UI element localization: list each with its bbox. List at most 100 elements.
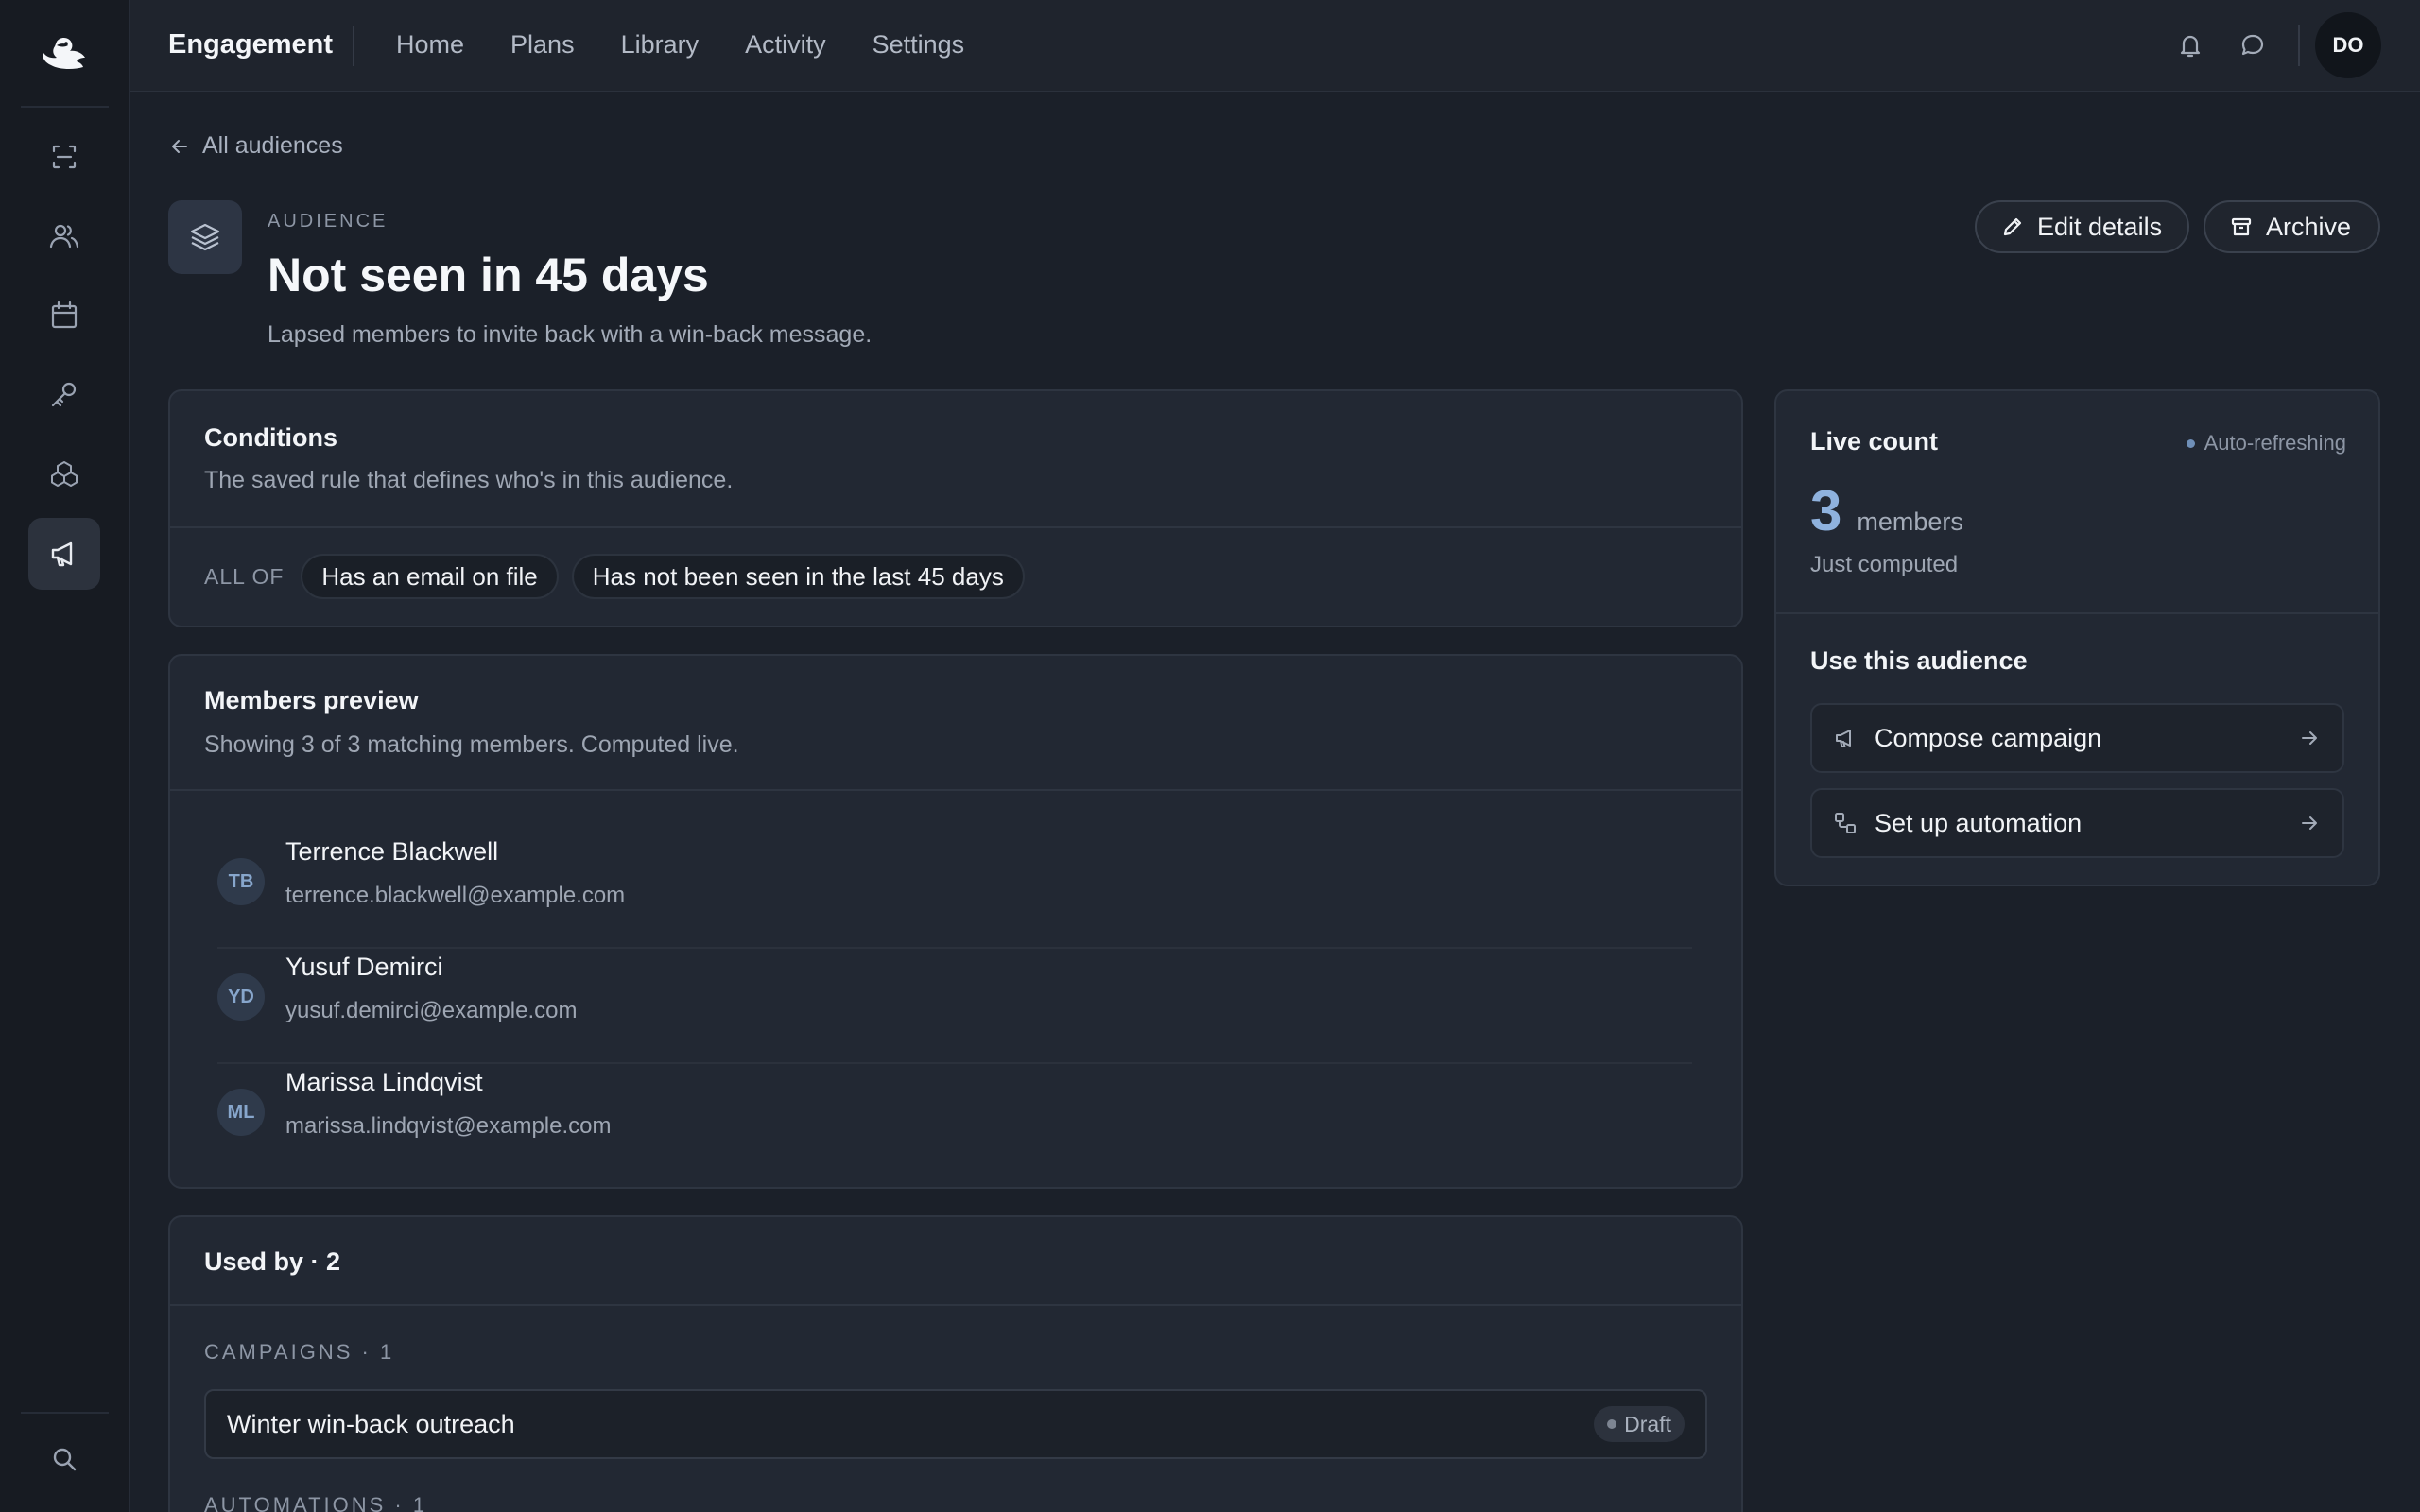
- setup-automation-button[interactable]: Set up automation: [1810, 788, 2344, 858]
- sidebar: [0, 0, 130, 1512]
- campaigns-section-label: CAMPAIGNS · 1: [204, 1340, 395, 1364]
- edit-details-button[interactable]: Edit details: [1975, 200, 2189, 253]
- back-link-label: All audiences: [202, 132, 343, 159]
- row-divider: [217, 1062, 1692, 1064]
- page-title: Not seen in 45 days: [268, 249, 709, 301]
- use-audience-title: Use this audience: [1810, 646, 2028, 675]
- auto-refresh-label: Auto-refreshing: [2204, 431, 2346, 455]
- conditions-title: Conditions: [204, 423, 337, 452]
- megaphone-icon: [1836, 730, 1851, 747]
- status-dot: [2186, 438, 2195, 448]
- main-nav: Home Plans Library Activity Settings: [396, 30, 964, 60]
- nav-settings[interactable]: Settings: [873, 30, 965, 60]
- status-badge-label: Draft: [1624, 1411, 1671, 1436]
- sidebar-item-calendar[interactable]: [28, 280, 100, 352]
- row-divider: [217, 947, 1692, 949]
- archive-label: Archive: [2266, 212, 2352, 241]
- top-bar: Engagement Home Plans Library Activity S…: [130, 0, 2420, 92]
- campaign-row[interactable]: Winter win-back outreach Draft: [204, 1389, 1707, 1459]
- status-dot: [1607, 1419, 1617, 1429]
- member-name: Yusuf Demirci: [285, 953, 443, 981]
- pencil-icon: [2003, 217, 2022, 236]
- boxes-icon: [51, 461, 78, 487]
- sidebar-divider-bottom: [21, 1412, 109, 1414]
- sidebar-item-scan[interactable]: [28, 121, 100, 193]
- auto-refresh-indicator: Auto-refreshing: [2186, 431, 2346, 455]
- sidebar-item-users[interactable]: [28, 200, 100, 272]
- used-by-title: Used by · 2: [204, 1247, 341, 1276]
- calendar-icon: [51, 301, 78, 329]
- nav-plans[interactable]: Plans: [510, 30, 575, 60]
- conditions-rules: ALL OF Has an email on file Has not been…: [204, 554, 1025, 599]
- members-subtitle: Showing 3 of 3 matching members. Compute…: [204, 731, 739, 758]
- setup-automation-label: Set up automation: [1875, 808, 2083, 837]
- sidebar-search-button[interactable]: [28, 1423, 100, 1495]
- nav-library[interactable]: Library: [621, 30, 700, 60]
- avatar: ML: [217, 1089, 265, 1136]
- list-item[interactable]: TB Terrence Blackwell terrence.blackwell…: [217, 835, 1692, 949]
- search-icon: [53, 1448, 77, 1471]
- computed-status: Just computed: [1810, 552, 1959, 577]
- layers-icon: [190, 223, 220, 251]
- conditions-operator: ALL OF: [204, 563, 285, 589]
- condition-chip[interactable]: Has not been seen in the last 45 days: [571, 554, 1025, 599]
- condition-chip[interactable]: Has an email on file: [301, 554, 559, 599]
- members-preview-card: Members preview Showing 3 of 3 matching …: [168, 654, 1743, 1189]
- duck-logo-icon[interactable]: [38, 34, 91, 81]
- key-icon: [51, 382, 77, 407]
- app-brand[interactable]: Engagement: [168, 29, 333, 60]
- member-count-unit: members: [1857, 507, 1963, 536]
- nav-activity[interactable]: Activity: [745, 30, 826, 60]
- topbar-divider: [2298, 25, 2300, 66]
- edit-details-label: Edit details: [2037, 212, 2163, 241]
- automations-section-label: AUTOMATIONS · 1: [204, 1493, 428, 1512]
- conditions-divider: [170, 526, 1741, 528]
- member-email: terrence.blackwell@example.com: [285, 883, 626, 908]
- conditions-card: Conditions The saved rule that defines w…: [168, 389, 1743, 627]
- scan-icon: [52, 145, 77, 169]
- list-item[interactable]: YD Yusuf Demirci yusuf.demirci@example.c…: [217, 951, 1692, 1064]
- megaphone-icon: [51, 541, 73, 567]
- members-divider: [170, 789, 1741, 791]
- compose-campaign-label: Compose campaign: [1875, 723, 2102, 752]
- list-item[interactable]: ML Marissa Lindqvist marissa.lindqvist@e…: [217, 1066, 1692, 1179]
- arrow-right-icon: [2302, 731, 2317, 745]
- users-icon: [49, 224, 79, 249]
- avatar: YD: [217, 973, 265, 1021]
- member-email: yusuf.demirci@example.com: [285, 998, 578, 1023]
- sidebar-item-keys[interactable]: [28, 359, 100, 431]
- back-link[interactable]: All audiences: [168, 132, 343, 160]
- member-name: Marissa Lindqvist: [285, 1068, 483, 1096]
- sidebar-divider: [21, 106, 109, 108]
- live-count-divider: [1776, 612, 2378, 614]
- chat-icon[interactable]: [2236, 28, 2270, 62]
- used-by-divider: [170, 1304, 1741, 1306]
- arrow-right-icon: [2302, 816, 2317, 830]
- member-count: 3: [1810, 479, 1842, 542]
- campaign-name: Winter win-back outreach: [227, 1409, 515, 1438]
- live-count-value: 3 members: [1810, 478, 1963, 543]
- sidebar-item-boxes[interactable]: [28, 438, 100, 510]
- sidebar-item-campaigns[interactable]: [28, 518, 100, 590]
- audience-icon-tile: [168, 200, 242, 274]
- page-description: Lapsed members to invite back with a win…: [268, 321, 873, 348]
- page-eyebrow: AUDIENCE: [268, 211, 389, 232]
- compose-campaign-button[interactable]: Compose campaign: [1810, 703, 2344, 773]
- arrow-left-icon: [172, 139, 187, 153]
- brand-divider: [353, 26, 354, 66]
- status-badge: Draft: [1594, 1406, 1685, 1442]
- user-avatar[interactable]: DO: [2315, 12, 2381, 78]
- conditions-subtitle: The saved rule that defines who's in thi…: [204, 467, 734, 493]
- archive-icon: [2231, 217, 2252, 236]
- workflow-icon: [1835, 813, 1856, 833]
- live-count-title: Live count: [1810, 427, 1939, 455]
- used-by-card: Used by · 2 CAMPAIGNS · 1 Winter win-bac…: [168, 1215, 1743, 1512]
- member-email: marissa.lindqvist@example.com: [285, 1113, 612, 1139]
- members-title: Members preview: [204, 686, 419, 714]
- avatar: TB: [217, 858, 265, 905]
- bell-icon[interactable]: [2173, 28, 2207, 62]
- archive-button[interactable]: Archive: [2204, 200, 2380, 253]
- live-count-card: Live count Auto-refreshing 3 members Jus…: [1774, 389, 2380, 886]
- nav-home[interactable]: Home: [396, 30, 464, 60]
- member-name: Terrence Blackwell: [285, 837, 499, 866]
